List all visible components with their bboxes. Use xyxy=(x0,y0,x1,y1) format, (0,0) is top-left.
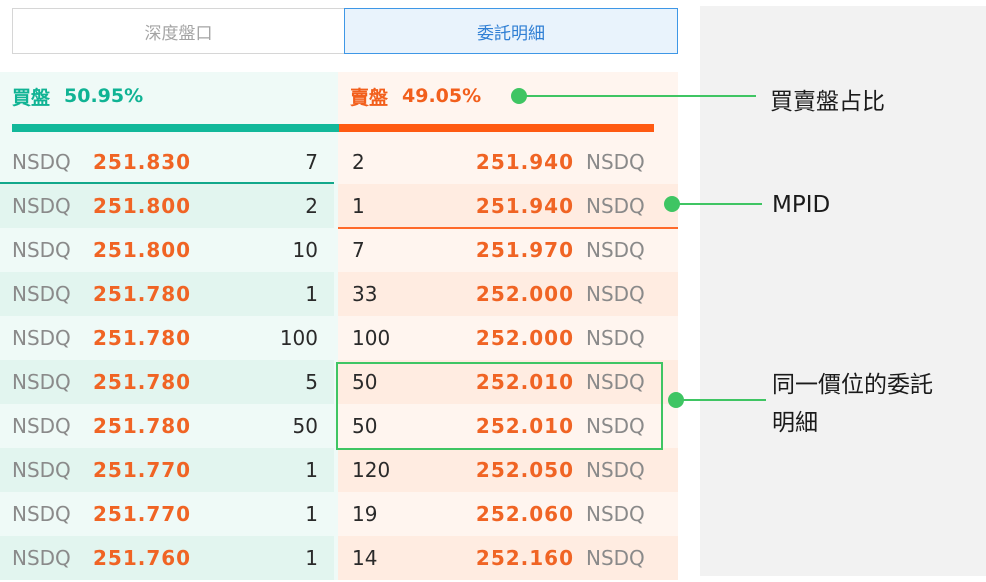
bid-mpid: NSDQ xyxy=(12,282,71,306)
ask-quantity: 2 xyxy=(352,150,365,174)
bid-mpid: NSDQ xyxy=(12,150,71,174)
ask-price: 251.970 xyxy=(475,238,574,262)
same-price-annotation-label: 同一價位的委託 明細 xyxy=(772,366,933,442)
ask-quantity: 120 xyxy=(352,458,391,482)
ask-price: 251.940 xyxy=(475,194,574,218)
same-price-annotation-line1: 同一價位的委託 xyxy=(772,372,933,398)
bid-price: 251.800 xyxy=(93,194,192,218)
ask-price: 252.160 xyxy=(475,546,574,570)
ask-price: 251.940 xyxy=(475,150,574,174)
same-price-annotation-line2: 明細 xyxy=(772,410,818,436)
bid-mpid: NSDQ xyxy=(12,502,71,526)
ask-ratio-label: 賣盤 xyxy=(350,86,389,109)
bid-ratio-value: 50.95% xyxy=(64,85,144,107)
bid-price: 251.800 xyxy=(93,238,192,262)
ask-quantity: 33 xyxy=(352,282,378,306)
bid-quantity: 50 xyxy=(292,414,318,438)
ratio-annotation-label: 買賣盤占比 xyxy=(770,89,885,115)
bid-price: 251.760 xyxy=(93,546,192,570)
ask-mpid: NSDQ xyxy=(586,150,645,174)
ask-ratio-bar xyxy=(339,124,654,132)
bid-mpid: NSDQ xyxy=(12,194,71,218)
ask-ratio-value: 49.05% xyxy=(402,85,482,107)
same-price-highlight xyxy=(336,362,663,450)
bid-mpid: NSDQ xyxy=(12,414,71,438)
ask-best-separator xyxy=(338,227,678,229)
ask-mpid: NSDQ xyxy=(586,194,645,218)
bid-mpid: NSDQ xyxy=(12,546,71,570)
bid-price: 251.770 xyxy=(93,458,192,482)
bid-quantity: 1 xyxy=(305,502,318,526)
ask-mpid: NSDQ xyxy=(586,326,645,350)
ask-price: 252.000 xyxy=(475,326,574,350)
ask-mpid: NSDQ xyxy=(586,502,645,526)
mpid-annotation-line xyxy=(672,203,762,205)
ask-mpid: NSDQ xyxy=(586,238,645,262)
bid-price: 251.770 xyxy=(93,502,192,526)
tab-depth-book[interactable]: 深度盤口 xyxy=(12,8,345,54)
bid-ratio: 買盤 50.95% xyxy=(12,82,143,110)
ratio-annotation-line xyxy=(519,95,756,97)
bid-mpid: NSDQ xyxy=(12,326,71,350)
ask-mpid: NSDQ xyxy=(586,546,645,570)
ask-mpid: NSDQ xyxy=(586,282,645,306)
ask-quantity: 1 xyxy=(352,194,365,218)
bid-quantity: 1 xyxy=(305,546,318,570)
bid-quantity: 1 xyxy=(305,282,318,306)
bid-mpid: NSDQ xyxy=(12,370,71,394)
bid-ratio-bar xyxy=(12,124,339,132)
ask-price: 252.060 xyxy=(475,502,574,526)
bid-mpid: NSDQ xyxy=(12,238,71,262)
ask-quantity: 100 xyxy=(352,326,391,350)
bid-mpid: NSDQ xyxy=(12,458,71,482)
bid-best-separator xyxy=(0,182,334,184)
bid-quantity: 10 xyxy=(292,238,318,262)
bid-price: 251.780 xyxy=(93,326,192,350)
ask-price: 252.000 xyxy=(475,282,574,306)
bid-ratio-label: 買盤 xyxy=(12,86,51,109)
ask-ratio: 賣盤 49.05% xyxy=(350,82,481,110)
bid-price: 251.780 xyxy=(93,282,192,306)
ask-mpid: NSDQ xyxy=(586,458,645,482)
bid-price: 251.780 xyxy=(93,370,192,394)
bid-quantity: 100 xyxy=(279,326,318,350)
bid-quantity: 7 xyxy=(305,150,318,174)
tab-order-detail[interactable]: 委託明細 xyxy=(344,8,678,54)
mpid-annotation-label: MPID xyxy=(772,192,831,218)
bid-quantity: 5 xyxy=(305,370,318,394)
bid-quantity: 1 xyxy=(305,458,318,482)
bid-price: 251.830 xyxy=(93,150,192,174)
ask-price: 252.050 xyxy=(475,458,574,482)
bid-quantity: 2 xyxy=(305,194,318,218)
ask-quantity: 14 xyxy=(352,546,378,570)
ask-quantity: 7 xyxy=(352,238,365,262)
ask-quantity: 19 xyxy=(352,502,378,526)
same-price-annotation-line xyxy=(676,399,766,401)
bid-price: 251.780 xyxy=(93,414,192,438)
